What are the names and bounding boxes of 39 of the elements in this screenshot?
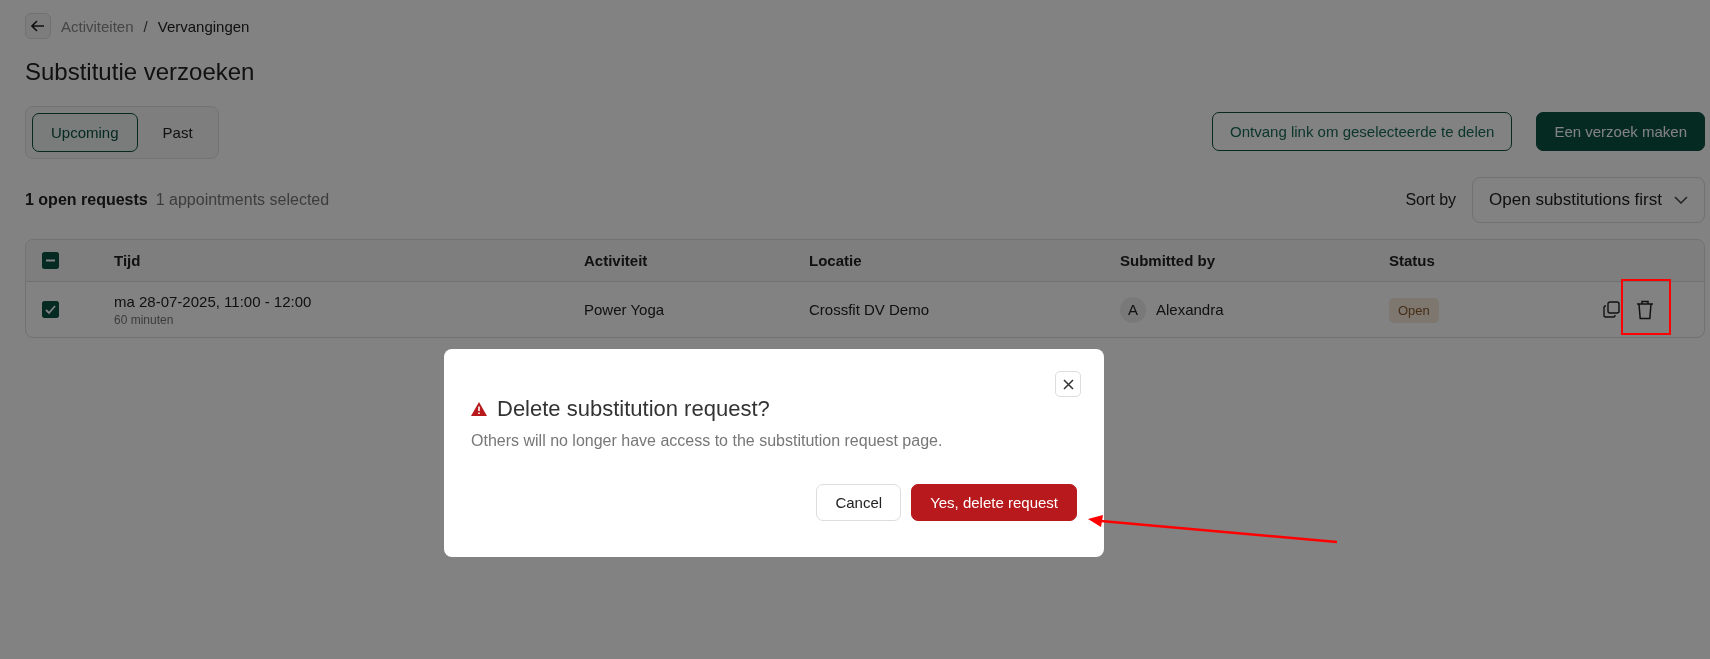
column-header: Activiteit	[584, 252, 648, 269]
breadcrumb-link[interactable]: Activiteiten	[61, 17, 134, 35]
table-cell: Power Yoga	[584, 301, 665, 318]
dialog-message: Others will no longer have access to the substitution request page.	[471, 432, 944, 450]
copy-icon	[1603, 301, 1620, 318]
warning-icon	[471, 402, 487, 416]
trash-icon	[1636, 299, 1654, 320]
breadcrumb-separator: /	[143, 17, 148, 35]
cancel-button[interactable]: Cancel	[816, 484, 902, 521]
tab[interactable]: Upcoming	[32, 113, 138, 152]
select-all-checkbox[interactable]	[42, 252, 59, 269]
table-cell: Crossfit DV Demo	[809, 301, 930, 318]
column-header: Tijd	[114, 252, 141, 269]
close-button[interactable]	[1055, 371, 1081, 397]
delete-button[interactable]	[1636, 299, 1654, 320]
sort-label: Sort by	[1405, 191, 1457, 209]
time-cell-text: ma 28-07-2025, 11:00 - 12:00	[114, 292, 313, 310]
share-link-button[interactable]: Ontvang link om geselecteerde te delen	[1212, 112, 1513, 151]
back-button[interactable]	[25, 13, 51, 39]
submitter-name: Alexandra	[1156, 301, 1224, 318]
duration-text: 60 minuten	[114, 312, 175, 327]
status-badge: Open	[1389, 298, 1439, 323]
copy-button[interactable]	[1603, 301, 1620, 318]
avatar: A	[1120, 296, 1146, 323]
column-header: Status	[1389, 252, 1435, 269]
dialog-title: Delete substitution request?	[497, 396, 770, 422]
selected-count: 1 appointments selected	[155, 191, 330, 209]
arrow-left-icon	[31, 20, 45, 32]
chevron-down-icon	[1674, 196, 1688, 204]
open-requests-count: 1 open requests	[25, 191, 148, 209]
create-request-button[interactable]: Een verzoek maken	[1536, 112, 1705, 151]
confirm-delete-button[interactable]: Yes, delete request	[911, 484, 1077, 521]
sort-dropdown[interactable]: Open substitutions first	[1472, 177, 1705, 223]
close-icon	[1062, 378, 1074, 390]
page-title: Substitutie verzoeken	[25, 58, 256, 86]
tab[interactable]: Past	[143, 113, 212, 152]
column-header: Locatie	[809, 252, 862, 269]
column-header: Submitted by	[1120, 252, 1215, 269]
row-checkbox[interactable]	[42, 301, 59, 318]
